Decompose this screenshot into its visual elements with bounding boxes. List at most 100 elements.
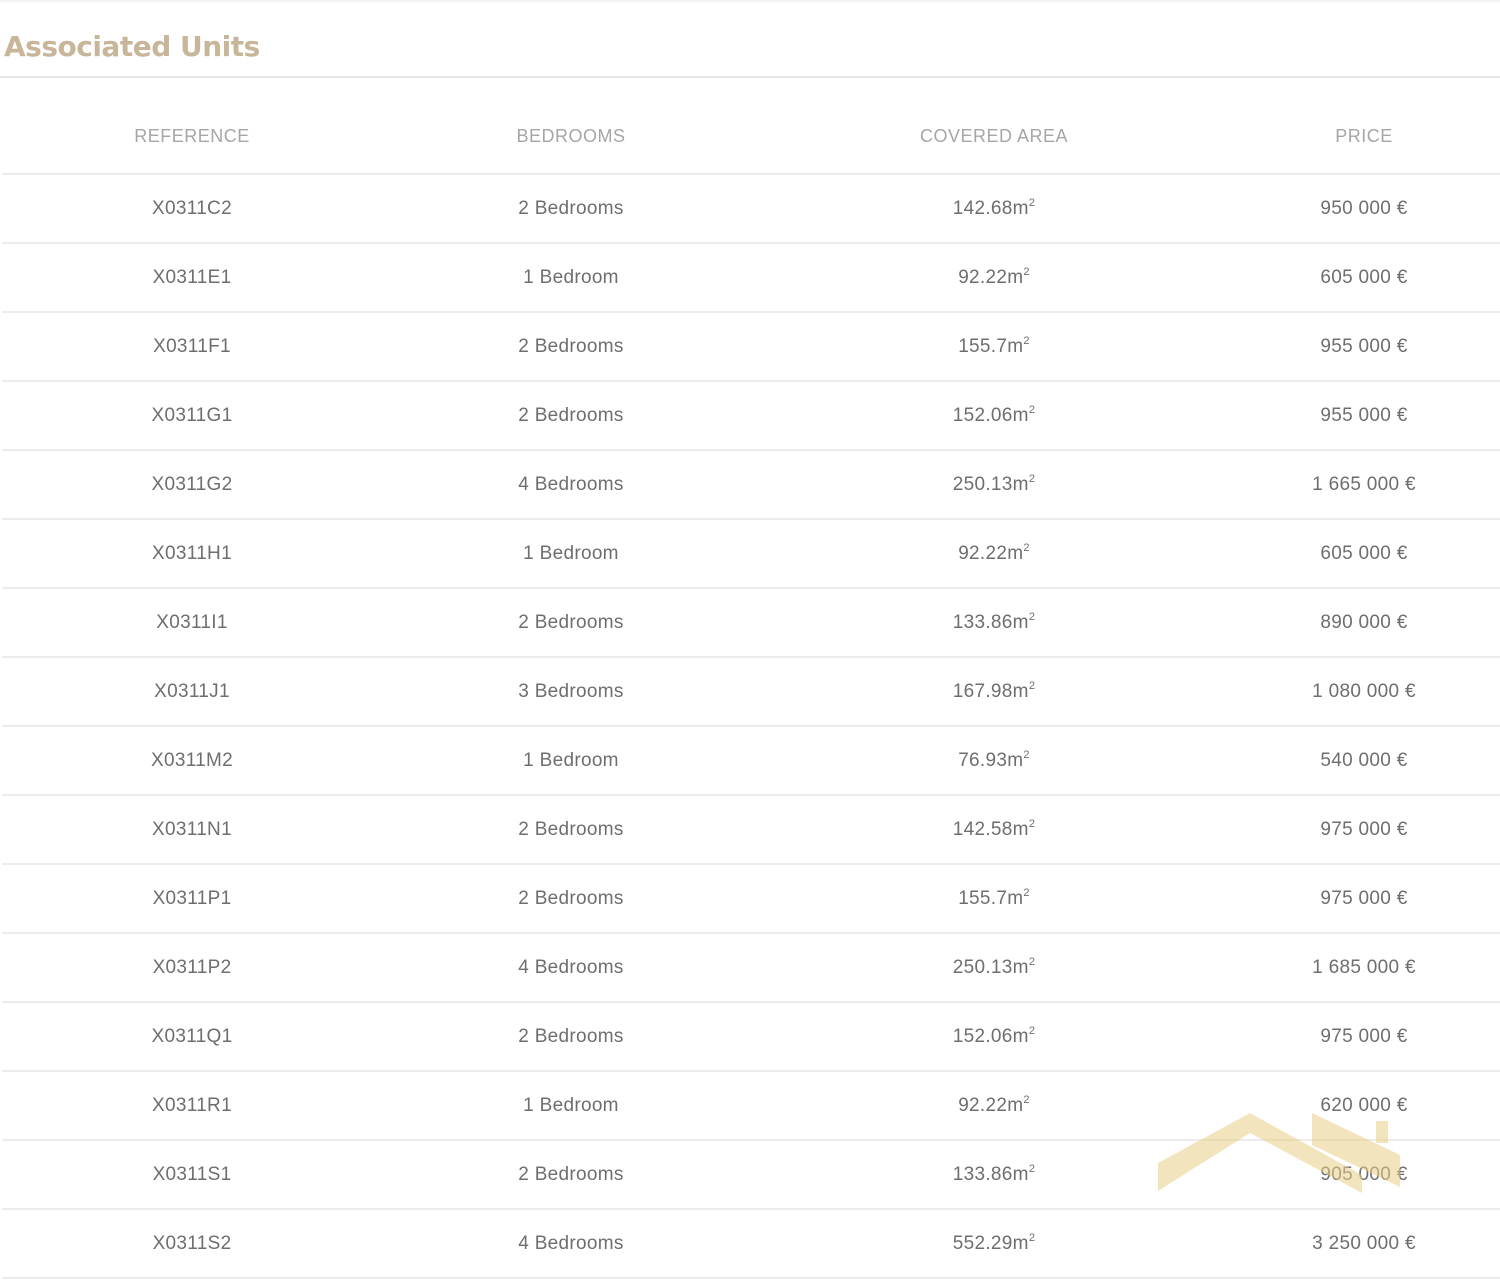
table-row: X0311H1 1 Bedroom 92.22m2 605 000 € <box>2 519 1500 589</box>
table-row: X0311P1 2 Bedrooms 155.7m2 975 000 € <box>2 864 1500 934</box>
area-value: 92.22 <box>958 542 1008 564</box>
cell-reference: X0311N1 <box>2 795 382 865</box>
area-unit: m <box>1012 404 1029 426</box>
area-value: 155.7 <box>958 887 1008 909</box>
area-unit-exponent: 2 <box>1023 265 1030 278</box>
column-header-reference: REFERENCE <box>2 100 382 175</box>
cell-reference: X0311H1 <box>2 519 382 589</box>
table-row: X0311G2 4 Bedrooms 250.13m2 1 665 000 € <box>2 450 1500 520</box>
cell-reference: X0311G1 <box>2 381 382 451</box>
header-row: REFERENCE BEDROOMS COVERED AREA PRICE <box>2 100 1500 175</box>
cell-price: 605 000 € <box>1228 243 1500 313</box>
cell-price: 975 000 € <box>1228 795 1500 865</box>
cell-reference: X0311E1 <box>2 243 382 313</box>
cell-price: 3 250 000 € <box>1228 1209 1500 1279</box>
column-header-covered-area: COVERED AREA <box>760 100 1228 175</box>
cell-covered-area: 76.93m2 <box>760 726 1228 796</box>
cell-bedrooms: 2 Bedrooms <box>382 312 760 382</box>
area-value: 155.7 <box>958 335 1008 357</box>
area-unit: m <box>1012 1232 1029 1254</box>
table-body: X0311C2 2 Bedrooms 142.68m2 950 000 € X0311E… <box>2 174 1500 1279</box>
area-value: 152.06 <box>952 1025 1013 1047</box>
area-unit-exponent: 2 <box>1028 403 1036 416</box>
table-header: REFERENCE BEDROOMS COVERED AREA PRICE <box>2 100 1500 175</box>
table-row: X0311N1 2 Bedrooms 142.58m2 975 000 € <box>2 795 1500 865</box>
cell-price: 605 000 € <box>1228 519 1500 589</box>
cell-covered-area: 152.06m2 <box>760 1002 1228 1072</box>
cell-covered-area: 133.86m2 <box>760 1140 1228 1210</box>
cell-covered-area: 92.22m2 <box>760 519 1228 589</box>
associated-units-table: REFERENCE BEDROOMS COVERED AREA PRICE X0… <box>2 100 1500 1279</box>
column-header-bedrooms: BEDROOMS <box>382 100 760 175</box>
area-unit: m <box>1007 1094 1024 1116</box>
cell-bedrooms: 2 Bedrooms <box>382 795 760 865</box>
table-row: X0311S2 4 Bedrooms 552.29m2 3 250 000 € <box>2 1209 1500 1279</box>
area-value: 92.22 <box>958 1094 1008 1116</box>
area-unit-exponent: 2 <box>1028 1231 1036 1244</box>
area-unit-exponent: 2 <box>1023 334 1030 347</box>
area-unit: m <box>1007 749 1024 771</box>
area-unit: m <box>1012 680 1029 702</box>
cell-bedrooms: 3 Bedrooms <box>382 657 760 727</box>
cell-price: 540 000 € <box>1228 726 1500 796</box>
area-unit-exponent: 2 <box>1023 748 1030 761</box>
area-unit: m <box>1007 887 1024 909</box>
cell-reference: X0311J1 <box>2 657 382 727</box>
area-unit: m <box>1007 542 1024 564</box>
area-value: 142.58 <box>952 818 1013 840</box>
cell-price: 955 000 € <box>1228 312 1500 382</box>
area-value: 250.13 <box>952 956 1013 978</box>
top-divider <box>0 0 1500 2</box>
cell-reference: X0311P1 <box>2 864 382 934</box>
area-unit: m <box>1007 266 1024 288</box>
area-unit: m <box>1007 335 1024 357</box>
table-row: X0311I1 2 Bedrooms 133.86m2 890 000 € <box>2 588 1500 658</box>
cell-covered-area: 250.13m2 <box>760 933 1228 1003</box>
area-unit: m <box>1012 1025 1029 1047</box>
cell-reference: X0311R1 <box>2 1071 382 1141</box>
area-value: 133.86 <box>952 611 1013 633</box>
cell-bedrooms: 4 Bedrooms <box>382 450 760 520</box>
cell-bedrooms: 4 Bedrooms <box>382 933 760 1003</box>
table-row: X0311G1 2 Bedrooms 152.06m2 955 000 € <box>2 381 1500 451</box>
title-divider <box>0 76 1500 78</box>
cell-price: 1 685 000 € <box>1228 933 1500 1003</box>
column-header-price: PRICE <box>1228 100 1500 175</box>
cell-covered-area: 152.06m2 <box>760 381 1228 451</box>
area-value: 142.68 <box>952 197 1013 219</box>
area-unit: m <box>1012 473 1029 495</box>
cell-reference: X0311Q1 <box>2 1002 382 1072</box>
area-unit-exponent: 2 <box>1023 886 1030 899</box>
cell-covered-area: 250.13m2 <box>760 450 1228 520</box>
cell-bedrooms: 1 Bedroom <box>382 519 760 589</box>
area-value: 152.06 <box>952 404 1013 426</box>
cell-reference: X0311F1 <box>2 312 382 382</box>
cell-bedrooms: 2 Bedrooms <box>382 588 760 658</box>
cell-price: 955 000 € <box>1228 381 1500 451</box>
cell-covered-area: 552.29m2 <box>760 1209 1228 1279</box>
table-row: X0311P2 4 Bedrooms 250.13m2 1 685 000 € <box>2 933 1500 1003</box>
cell-price: 975 000 € <box>1228 864 1500 934</box>
cell-bedrooms: 2 Bedrooms <box>382 864 760 934</box>
area-value: 76.93 <box>958 749 1008 771</box>
area-unit-exponent: 2 <box>1023 1093 1030 1106</box>
area-unit-exponent: 2 <box>1028 1024 1036 1037</box>
cell-reference: X0311S1 <box>2 1140 382 1210</box>
area-unit-exponent: 2 <box>1028 679 1036 692</box>
cell-bedrooms: 1 Bedroom <box>382 243 760 313</box>
area-unit-exponent: 2 <box>1028 955 1036 968</box>
table-row: X0311Q1 2 Bedrooms 152.06m2 975 000 € <box>2 1002 1500 1072</box>
cell-covered-area: 155.7m2 <box>760 864 1228 934</box>
area-unit: m <box>1012 197 1029 219</box>
cell-price: 905 000 € <box>1228 1140 1500 1210</box>
table-row: X0311C2 2 Bedrooms 142.68m2 950 000 € <box>2 174 1500 244</box>
area-value: 552.29 <box>952 1232 1013 1254</box>
area-unit-exponent: 2 <box>1028 1162 1036 1175</box>
cell-reference: X0311I1 <box>2 588 382 658</box>
area-unit-exponent: 2 <box>1023 541 1030 554</box>
cell-covered-area: 167.98m2 <box>760 657 1228 727</box>
cell-bedrooms: 4 Bedrooms <box>382 1209 760 1279</box>
table-row: X0311F1 2 Bedrooms 155.7m2 955 000 € <box>2 312 1500 382</box>
cell-price: 890 000 € <box>1228 588 1500 658</box>
cell-price: 950 000 € <box>1228 174 1500 244</box>
